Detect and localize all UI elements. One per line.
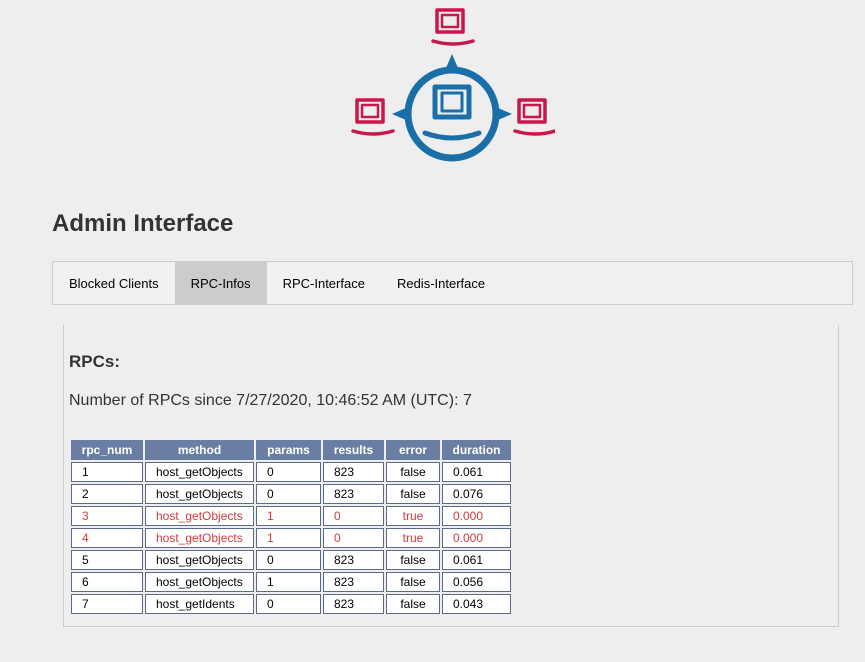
tab-blocked-clients[interactable]: Blocked Clients [53,262,175,304]
column-header-rpc-num[interactable]: rpc_num [71,440,143,460]
table-row: 5 host_getObjects 0 823 false 0.061 [71,550,511,570]
cell-duration: 0.000 [442,506,511,526]
cell-error: false [386,550,440,570]
cell-results: 823 [323,550,384,570]
table-row-error: 3 host_getObjects 1 0 true 0.000 [71,506,511,526]
cell-error: true [386,506,440,526]
cell-duration: 0.076 [442,484,511,504]
column-header-params[interactable]: params [256,440,321,460]
cell-params: 1 [256,506,321,526]
cell-results: 823 [323,484,384,504]
rpc-count-summary: Number of RPCs since 7/27/2020, 10:46:52… [69,392,833,410]
table-row: 7 host_getIdents 0 823 false 0.043 [71,594,511,614]
cell-params: 1 [256,572,321,592]
cell-method: host_getObjects [145,528,254,548]
cell-results: 823 [323,572,384,592]
cell-params: 0 [256,594,321,614]
table-row: 1 host_getObjects 0 823 false 0.061 [71,462,511,482]
page-title: Admin Interface [52,210,234,237]
column-header-duration[interactable]: duration [442,440,511,460]
cell-rpc-num: 4 [71,528,143,548]
column-header-method[interactable]: method [145,440,254,460]
cell-rpc-num: 5 [71,550,143,570]
tab-rpc-interface[interactable]: RPC-Interface [267,262,381,304]
cell-rpc-num: 7 [71,594,143,614]
column-header-error[interactable]: error [386,440,440,460]
cell-duration: 0.043 [442,594,511,614]
cell-method: host_getIdents [145,594,254,614]
cell-method: host_getObjects [145,484,254,504]
table-row-error: 4 host_getObjects 1 0 true 0.000 [71,528,511,548]
rpc-table: rpc_num method params results error dura… [69,438,513,616]
cell-error: false [386,484,440,504]
cell-method: host_getObjects [145,462,254,482]
cell-params: 1 [256,528,321,548]
cell-method: host_getObjects [145,550,254,570]
cell-duration: 0.056 [442,572,511,592]
rpc-infos-panel: RPCs: Number of RPCs since 7/27/2020, 10… [63,325,839,627]
cell-params: 0 [256,462,321,482]
cell-method: host_getObjects [145,506,254,526]
table-row: 2 host_getObjects 0 823 false 0.076 [71,484,511,504]
column-header-results[interactable]: results [323,440,384,460]
table-row: 6 host_getObjects 1 823 false 0.056 [71,572,511,592]
cell-error: true [386,528,440,548]
cell-rpc-num: 6 [71,572,143,592]
cell-method: host_getObjects [145,572,254,592]
cell-params: 0 [256,484,321,504]
cell-params: 0 [256,550,321,570]
cell-rpc-num: 3 [71,506,143,526]
cell-error: false [386,594,440,614]
cell-results: 0 [323,506,384,526]
cell-duration: 0.061 [442,462,511,482]
cell-rpc-num: 2 [71,484,143,504]
tab-redis-interface[interactable]: Redis-Interface [381,262,501,304]
cell-rpc-num: 1 [71,462,143,482]
cell-duration: 0.061 [442,550,511,570]
table-header-row: rpc_num method params results error dura… [71,440,511,460]
tab-bar: Blocked Clients RPC-Infos RPC-Interface … [52,261,853,305]
cell-results: 823 [323,594,384,614]
rpcs-heading: RPCs: [69,352,121,371]
cell-results: 0 [323,528,384,548]
opsi-network-logo-icon [351,8,555,162]
cell-error: false [386,462,440,482]
rpc-count-value: 7 [462,392,472,409]
tab-rpc-infos[interactable]: RPC-Infos [174,262,267,304]
rpc-count-label: Number of RPCs since 7/27/2020, 10:46:52… [69,392,459,409]
cell-duration: 0.000 [442,528,511,548]
cell-results: 823 [323,462,384,482]
cell-error: false [386,572,440,592]
